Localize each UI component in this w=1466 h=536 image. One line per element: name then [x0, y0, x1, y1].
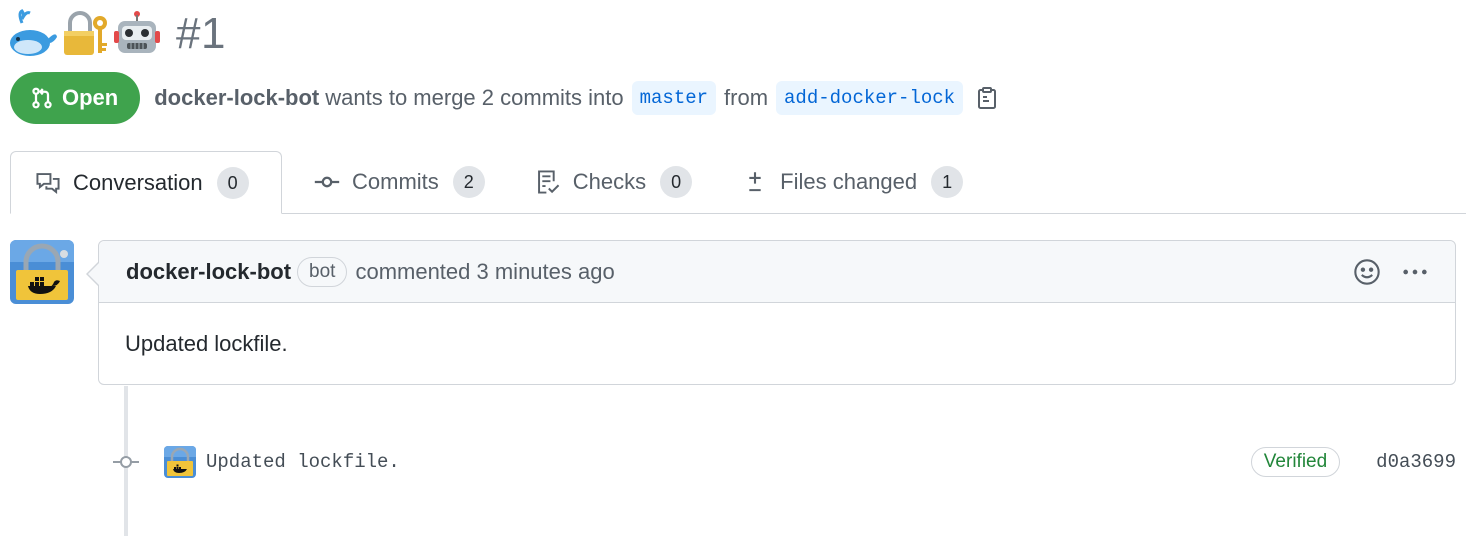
- commit-message-link[interactable]: Updated lockfile.: [206, 451, 400, 473]
- pr-status-row: Open docker-lock-bot wants to merge 2 co…: [10, 72, 999, 124]
- git-pull-request-icon: [32, 87, 52, 109]
- comment-author-link[interactable]: docker-lock-bot: [126, 259, 291, 285]
- comment-author-avatar[interactable]: [10, 240, 74, 304]
- tab-files-changed-count: 1: [931, 166, 964, 198]
- state-label: Open: [62, 85, 119, 110]
- verified-badge[interactable]: Verified: [1250, 447, 1341, 477]
- tab-files-changed[interactable]: Files changed 1: [718, 151, 989, 213]
- state-badge: Open: [10, 72, 141, 124]
- tab-conversation-count: 0: [216, 166, 249, 199]
- smiley-icon[interactable]: [1353, 258, 1381, 286]
- tab-conversation[interactable]: Conversation 0: [10, 151, 282, 214]
- commit-sha-link[interactable]: d0a3699: [1376, 451, 1456, 473]
- timeline-commit-item: Updated lockfile. Verified d0a3699: [112, 442, 1456, 482]
- comment-body: Updated lockfile.: [125, 331, 288, 356]
- comment-actions: [1353, 258, 1429, 286]
- tab-commits[interactable]: Commits 2: [282, 151, 511, 213]
- docker-lock-avatar-icon: [10, 240, 74, 304]
- git-commit-icon: [113, 456, 139, 468]
- commit-meta: Verified d0a3699: [1250, 447, 1456, 477]
- title-emojis: [8, 9, 162, 59]
- pr-tab-bar: Conversation 0 Commits 2 Checks 0 Files …: [10, 151, 1466, 214]
- base-branch-link[interactable]: master: [631, 81, 717, 115]
- git-commit-icon: [314, 176, 340, 188]
- checklist-icon: [537, 170, 560, 194]
- tab-files-changed-label: Files changed: [780, 169, 918, 194]
- comment-header: docker-lock-bot bot commented 3 minutes …: [99, 241, 1455, 303]
- bot-badge: bot: [297, 256, 348, 287]
- commit-author-avatar[interactable]: [164, 446, 196, 478]
- comment-discussion-icon: [36, 172, 60, 194]
- kebab-horizontal-icon[interactable]: [1401, 258, 1429, 286]
- merge-description: docker-lock-bot wants to merge 2 commits…: [154, 81, 999, 115]
- diff-icon: [749, 172, 761, 192]
- pr-title: #1: [8, 6, 226, 62]
- tab-checks-label: Checks: [572, 169, 647, 194]
- whale-emoji-icon: [10, 9, 57, 56]
- merge-text: wants to merge 2 commits into: [325, 85, 624, 110]
- tab-checks-count: 0: [660, 166, 693, 198]
- docker-lock-avatar-icon: [164, 446, 196, 478]
- tab-checks[interactable]: Checks 0: [511, 151, 718, 213]
- comment-pointer-inner: [88, 263, 99, 285]
- head-branch-link[interactable]: add-docker-lock: [776, 81, 964, 115]
- lock-with-key-emoji-icon: [64, 11, 107, 55]
- comment-meta[interactable]: commented 3 minutes ago: [355, 259, 614, 285]
- pr-number: #1: [176, 9, 226, 58]
- tab-commits-count: 2: [452, 166, 485, 198]
- pr-author-link[interactable]: docker-lock-bot: [154, 85, 319, 111]
- from-text: from: [724, 85, 769, 110]
- tab-commits-label: Commits: [352, 169, 439, 194]
- tab-conversation-label: Conversation: [73, 169, 203, 195]
- robot-emoji-icon: [114, 11, 160, 53]
- comment-card: docker-lock-bot bot commented 3 minutes …: [98, 240, 1456, 385]
- clipboard-copy-icon[interactable]: [975, 86, 999, 110]
